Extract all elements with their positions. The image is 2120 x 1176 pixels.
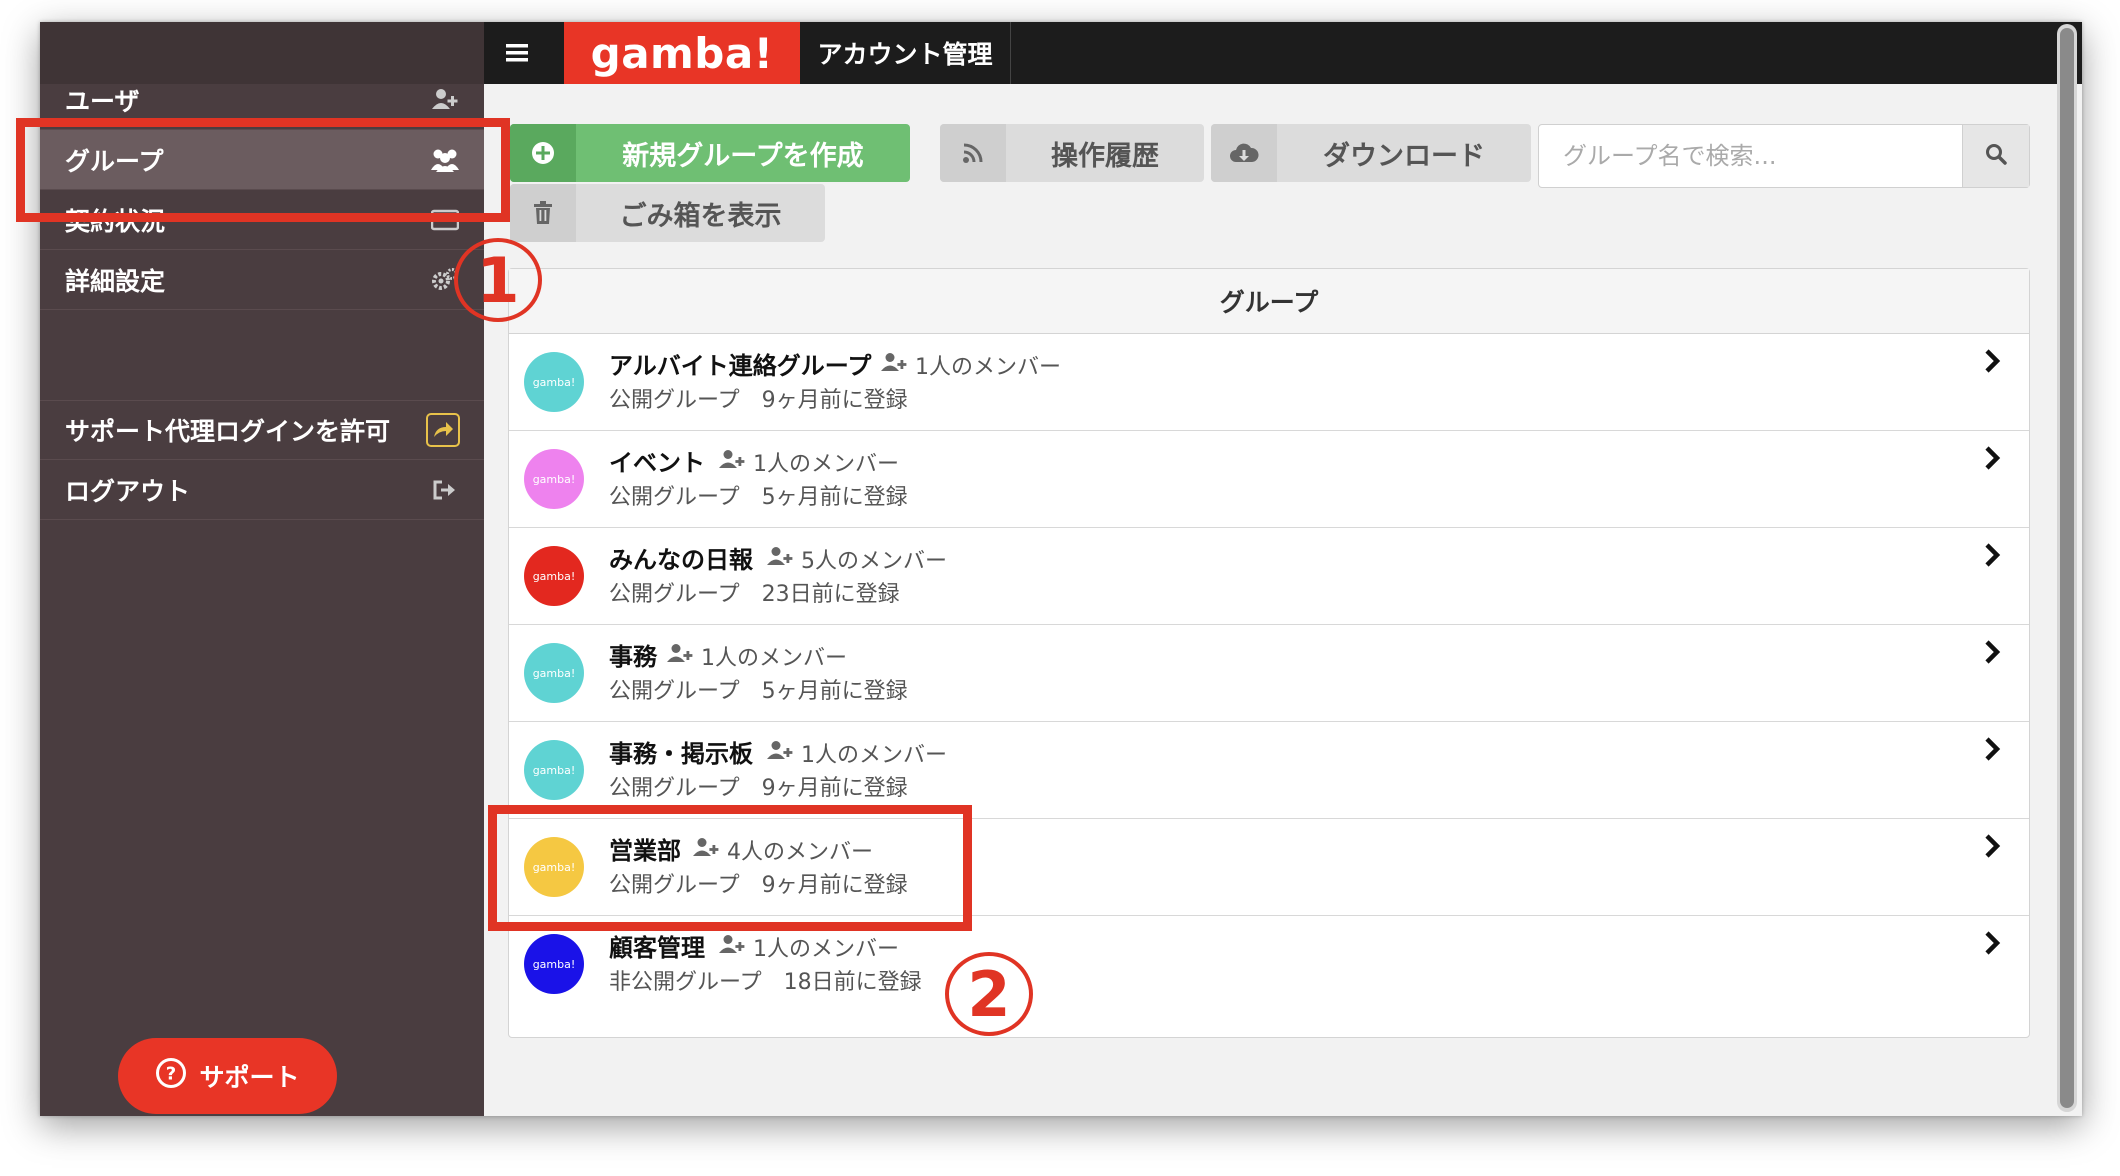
- user-plus-icon: [767, 546, 793, 572]
- sidebar-item-label: ログアウト: [65, 476, 191, 506]
- chevron-right-icon[interactable]: [1981, 928, 2005, 958]
- annotation-box-group-menu: [16, 118, 510, 222]
- trash-label: ごみ箱を表示: [619, 200, 782, 232]
- panel-title: グループ: [509, 269, 2029, 334]
- new-group-button[interactable]: 新規グループを作成: [510, 124, 910, 182]
- member-count-label: 1人のメンバー: [801, 743, 947, 768]
- group-name: イベント: [609, 449, 705, 477]
- group-name: 事務: [609, 643, 657, 671]
- history-button[interactable]: 操作履歴: [940, 124, 1204, 182]
- search-icon: [1985, 143, 2007, 169]
- user-plus-icon: [881, 352, 907, 378]
- group-avatar: gamba!: [524, 546, 584, 606]
- chevron-right-icon[interactable]: [1981, 734, 2005, 764]
- group-name: 事務・掲示板: [609, 740, 753, 768]
- page-title: アカウント管理: [800, 22, 1011, 84]
- group-meta: 公開グループ 23日前に登録: [609, 582, 900, 607]
- sidebar-item-label: 詳細設定: [65, 266, 166, 296]
- member-count-label: 1人のメンバー: [753, 937, 899, 962]
- group-name: みんなの日報: [609, 546, 753, 574]
- group-avatar: gamba!: [524, 740, 584, 800]
- group-member-count: 1人のメンバー: [719, 931, 899, 963]
- sidebar-item-label: ユーザ: [65, 87, 140, 116]
- rss-icon: [940, 124, 1006, 182]
- group-avatar: gamba!: [524, 352, 584, 412]
- group-member-count: 1人のメンバー: [667, 640, 847, 672]
- member-count-label: 5人のメンバー: [801, 549, 947, 574]
- svg-text:?: ?: [166, 1064, 176, 1085]
- annotation-step-2: 2: [945, 952, 1033, 1036]
- scrollbar[interactable]: [2057, 24, 2077, 1112]
- member-count-label: 1人のメンバー: [753, 452, 899, 477]
- question-circle-icon: ?: [155, 1057, 187, 1095]
- support-label: サポート: [199, 1063, 300, 1092]
- group-row[interactable]: gamba! アルバイト連絡グループ 1人のメンバー 公開グループ 9ヶ月前に登録: [509, 334, 2029, 431]
- download-label: ダウンロード: [1323, 140, 1485, 172]
- group-avatar: gamba!: [524, 934, 584, 994]
- search-button[interactable]: [1962, 125, 2029, 187]
- sidebar-item-settings[interactable]: 詳細設定: [40, 250, 484, 310]
- chevron-right-icon[interactable]: [1981, 637, 2005, 667]
- chevron-right-icon[interactable]: [1981, 443, 2005, 473]
- group-row[interactable]: gamba! イベント 1人のメンバー公開グループ 5ヶ月前に登録: [509, 431, 2029, 528]
- trash-button[interactable]: ごみ箱を表示: [510, 184, 825, 242]
- sidebar-item-support-login[interactable]: サポート代理ログインを許可: [40, 400, 484, 460]
- scrollbar-thumb[interactable]: [2060, 28, 2074, 1108]
- user-plus-icon: [719, 449, 745, 475]
- group-meta: 公開グループ 9ヶ月前に登録: [609, 388, 908, 413]
- user-plus-icon: [767, 740, 793, 766]
- new-group-label: 新規グループを作成: [622, 140, 864, 172]
- history-label: 操作履歴: [1051, 140, 1159, 172]
- group-member-count: 1人のメンバー: [767, 737, 947, 769]
- sidebar-item-logout[interactable]: ログアウト: [40, 460, 484, 520]
- group-member-count: 1人のメンバー: [881, 349, 1061, 381]
- user-plus-icon: [667, 643, 693, 669]
- group-row[interactable]: gamba! みんなの日報 5人のメンバー公開グループ 23日前に登録: [509, 528, 2029, 625]
- chevron-right-icon[interactable]: [1981, 346, 2005, 376]
- trash-icon: [510, 184, 576, 242]
- user-plus-icon: [430, 84, 460, 114]
- group-meta: 公開グループ 5ヶ月前に登録: [609, 679, 908, 704]
- group-meta: 非公開グループ 18日前に登録: [609, 970, 922, 995]
- group-name: 顧客管理: [609, 934, 705, 962]
- group-avatar: gamba!: [524, 449, 584, 509]
- group-member-count: 5人のメンバー: [767, 543, 947, 575]
- group-member-count: 1人のメンバー: [719, 446, 899, 478]
- sidebar-item-label: サポート代理ログインを許可: [65, 417, 391, 446]
- group-meta: 公開グループ 9ヶ月前に登録: [609, 776, 908, 801]
- cloud-download-icon: [1211, 124, 1277, 182]
- plus-circle-icon: [510, 124, 576, 182]
- group-meta: 公開グループ 5ヶ月前に登録: [609, 485, 908, 510]
- share-icon: [426, 413, 460, 447]
- group-avatar: gamba!: [524, 643, 584, 703]
- group-name: アルバイト連絡グループ: [609, 352, 872, 380]
- gamba-logo[interactable]: gamba!: [564, 22, 800, 84]
- member-count-label: 1人のメンバー: [915, 355, 1061, 380]
- annotation-step-1: 1: [454, 238, 542, 322]
- support-button[interactable]: ? サポート: [118, 1038, 337, 1114]
- user-plus-icon: [719, 934, 745, 960]
- search-box: [1538, 124, 2030, 188]
- search-input[interactable]: [1539, 125, 1959, 187]
- sign-out-icon: [430, 475, 460, 505]
- chevron-right-icon[interactable]: [1981, 831, 2005, 861]
- chevron-right-icon[interactable]: [1981, 540, 2005, 570]
- group-row[interactable]: gamba! 事務 1人のメンバー公開グループ 5ヶ月前に登録: [509, 625, 2029, 722]
- annotation-box-sales-group: [488, 805, 972, 931]
- hamburger-icon[interactable]: [484, 22, 550, 84]
- member-count-label: 1人のメンバー: [701, 646, 847, 671]
- download-button[interactable]: ダウンロード: [1211, 124, 1531, 182]
